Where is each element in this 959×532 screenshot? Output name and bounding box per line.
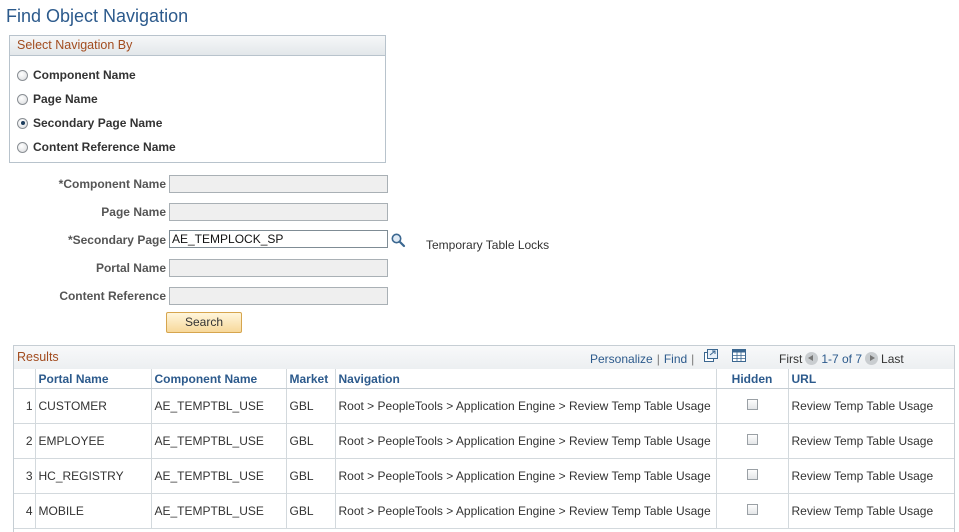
hidden-checkbox[interactable]	[746, 504, 758, 515]
portal-name-cell: HC_REGISTRY	[35, 458, 152, 494]
col-hidden[interactable]: Hidden	[716, 369, 789, 389]
hidden-cell	[716, 388, 789, 424]
hidden-cell	[716, 493, 789, 529]
results-title: Results	[17, 350, 59, 364]
market-cell: GBL	[286, 493, 336, 529]
url-link[interactable]: Review Temp Table Usage	[788, 423, 954, 459]
table-row: 4 MOBILE AE_TEMPTBL_USE GBL Root > Peopl…	[14, 493, 954, 529]
market-cell: GBL	[286, 423, 336, 459]
hidden-cell	[716, 458, 789, 494]
component-name-cell: AE_TEMPTBL_USE	[151, 423, 287, 459]
hidden-checkbox[interactable]	[746, 434, 758, 445]
select-navigation-header: Select Navigation By	[10, 36, 385, 56]
pager-range: 1-7 of 7	[821, 352, 863, 366]
hidden-cell	[716, 423, 789, 459]
market-cell: GBL	[286, 458, 336, 494]
col-url[interactable]: URL	[788, 369, 954, 389]
table-row: 1 CUSTOMER AE_TEMPTBL_USE GBL Root > Peo…	[14, 388, 954, 424]
url-link[interactable]: Review Temp Table Usage	[788, 388, 954, 424]
col-navigation[interactable]: Navigation	[335, 369, 717, 389]
page-name-field[interactable]	[169, 203, 388, 221]
component-name-cell: AE_TEMPTBL_USE	[151, 388, 287, 424]
results-grid: Results Personalize | Find | First 1-7 of 7L…	[13, 345, 955, 532]
table-row: 2 EMPLOYEE AE_TEMPTBL_USE GBL Root > Peo…	[14, 423, 954, 459]
table-row: 3 HC_REGISTRY AE_TEMPTBL_USE GBL Root > …	[14, 458, 954, 494]
separator: |	[656, 352, 660, 366]
row-number: 4	[14, 493, 36, 529]
download-spreadsheet-icon[interactable]	[732, 349, 746, 362]
portal-name-cell: CUSTOMER	[35, 388, 152, 424]
pager: First 1-7 of 7 Last	[779, 352, 904, 366]
previous-arrow-icon[interactable]	[805, 352, 819, 365]
component-name-label: *Component Name	[58, 177, 166, 191]
results-table: Portal Name Component Name Market Naviga…	[14, 369, 954, 529]
hidden-checkbox[interactable]	[746, 399, 758, 410]
navigation-cell: Root > PeopleTools > Application Engine …	[335, 458, 717, 494]
row-number: 2	[14, 423, 36, 459]
lookup-search-icon[interactable]	[390, 232, 406, 248]
radio-secondary-page-name[interactable]: Secondary Page Name	[17, 115, 162, 131]
portal-name-label: Portal Name	[95, 261, 166, 275]
component-name-cell: AE_TEMPTBL_USE	[151, 493, 287, 529]
hidden-checkbox[interactable]	[746, 469, 758, 480]
last-link[interactable]: Last	[881, 352, 904, 366]
row-number: 3	[14, 458, 36, 494]
col-portal-name[interactable]: Portal Name	[35, 369, 152, 389]
portal-name-field[interactable]	[169, 259, 388, 277]
col-number	[14, 369, 36, 389]
navigation-cell: Root > PeopleTools > Application Engine …	[335, 493, 717, 529]
radio-label: Content Reference Name	[33, 140, 176, 154]
view-all-icon[interactable]	[704, 349, 718, 362]
next-arrow-icon[interactable]	[865, 352, 879, 365]
component-name-cell: AE_TEMPTBL_USE	[151, 458, 287, 494]
url-link[interactable]: Review Temp Table Usage	[788, 493, 954, 529]
first-link[interactable]: First	[779, 352, 802, 366]
radio-button-icon[interactable]	[17, 141, 28, 153]
portal-name-cell: EMPLOYEE	[35, 423, 152, 459]
radio-button-icon[interactable]	[17, 69, 28, 81]
secondary-page-field[interactable]: AE_TEMPLOCK_SP	[169, 230, 388, 248]
radio-content-reference-name[interactable]: Content Reference Name	[17, 139, 176, 155]
row-number: 1	[14, 388, 36, 424]
radio-label: Secondary Page Name	[33, 116, 163, 130]
content-reference-field[interactable]	[169, 287, 388, 305]
radio-page-name[interactable]: Page Name	[17, 91, 98, 107]
url-link[interactable]: Review Temp Table Usage	[788, 458, 954, 494]
results-header: Results Personalize | Find | First 1-7 of 7L…	[14, 346, 954, 370]
radio-label: Component Name	[33, 68, 136, 82]
find-link[interactable]: Find	[664, 352, 687, 366]
page-title: Find Object Navigation	[6, 6, 189, 26]
market-cell: GBL	[286, 388, 336, 424]
radio-label: Page Name	[33, 92, 98, 106]
secondary-page-label: *Secondary Page	[67, 233, 166, 247]
secondary-page-description: Temporary Table Locks	[426, 238, 550, 252]
radio-component-name[interactable]: Component Name	[17, 67, 136, 83]
portal-name-cell: MOBILE	[35, 493, 152, 529]
col-market[interactable]: Market	[286, 369, 336, 389]
personalize-link[interactable]: Personalize	[590, 352, 653, 366]
navigation-cell: Root > PeopleTools > Application Engine …	[335, 423, 717, 459]
separator: |	[691, 352, 695, 366]
grid-tools: Personalize | Find |	[590, 352, 698, 366]
page-name-label: Page Name	[101, 205, 166, 219]
component-name-field[interactable]	[169, 175, 388, 193]
navigation-cell: Root > PeopleTools > Application Engine …	[335, 388, 717, 424]
radio-button-icon[interactable]	[17, 93, 28, 105]
content-reference-label: Content Reference	[59, 289, 166, 303]
col-component-name[interactable]: Component Name	[151, 369, 287, 389]
radio-button-selected-icon[interactable]	[17, 117, 28, 129]
search-button[interactable]: Search	[166, 312, 242, 333]
